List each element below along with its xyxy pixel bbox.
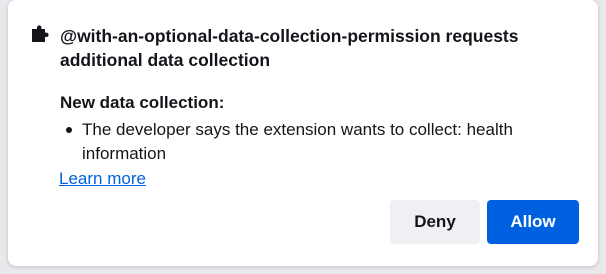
learn-more-link[interactable]: Learn more	[59, 168, 146, 190]
data-collection-list: The developer says the extension wants t…	[60, 118, 580, 166]
bullet-icon	[66, 127, 72, 133]
deny-button[interactable]: Deny	[390, 200, 480, 244]
popup-heading: @with-an-optional-data-collection-permis…	[60, 26, 519, 70]
list-item: The developer says the extension wants t…	[60, 118, 580, 166]
allow-button[interactable]: Allow	[487, 200, 579, 244]
permission-popup: @with-an-optional-data-collection-permis…	[8, 0, 598, 266]
puzzle-piece-icon	[30, 24, 50, 44]
section-title: New data collection:	[60, 93, 225, 112]
list-item-text: The developer says the extension wants t…	[82, 120, 513, 163]
